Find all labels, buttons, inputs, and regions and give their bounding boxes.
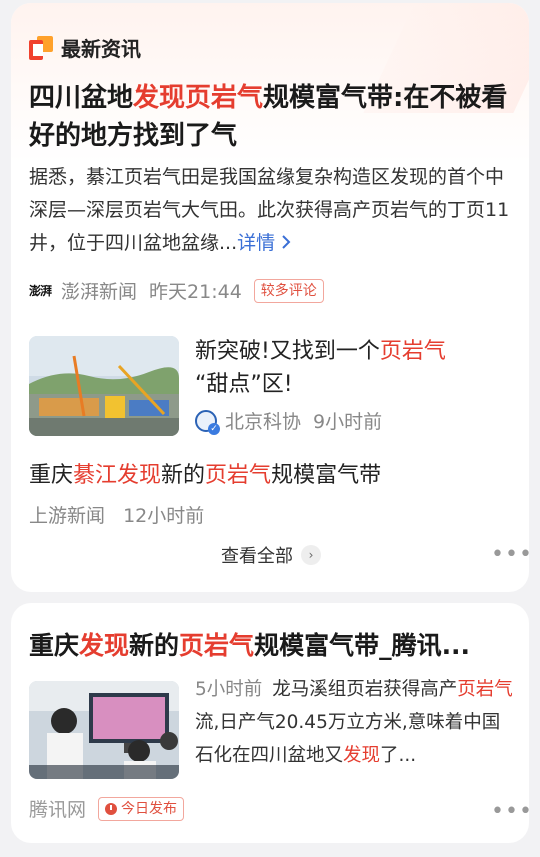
- view-all-button[interactable]: 查看全部 ›: [221, 542, 321, 568]
- section-header: 最新资讯: [29, 33, 141, 62]
- comments-badge: 较多评论: [253, 278, 324, 303]
- verified-emblem-icon: ✓: [195, 409, 220, 435]
- publish-time: 昨天21:44: [149, 281, 242, 303]
- title-highlight: 綦江发现: [73, 463, 162, 488]
- title-highlight: 页岩气: [179, 631, 255, 660]
- title-part: 重庆: [29, 631, 80, 660]
- title-highlight: 页岩气: [379, 339, 446, 364]
- title-part: 重庆: [29, 463, 74, 488]
- title-part: 新的: [129, 631, 180, 660]
- main-headline-link[interactable]: 四川盆地发现页岩气规模富气带:在不被看好的地方找到了气: [29, 79, 509, 155]
- construction-site-thumbnail[interactable]: [29, 336, 179, 436]
- title-part: 规模富气带_腾讯...: [254, 631, 471, 660]
- publish-time: 9小时前: [313, 411, 383, 433]
- title-part: 新的: [161, 463, 206, 488]
- related-article-meta: ✓ 北京科协 9小时前: [195, 407, 383, 435]
- related-article-meta: 上游新闻 12小时前: [29, 501, 204, 528]
- snippet-highlight: 发现: [343, 745, 381, 766]
- title-highlight: 发现: [79, 631, 130, 660]
- more-options-icon[interactable]: •••: [491, 544, 529, 566]
- news-logo-icon: [29, 35, 53, 60]
- today-badge: 今日发布: [98, 796, 185, 821]
- source-name[interactable]: 北京科协: [225, 407, 301, 434]
- source-name[interactable]: 上游新闻: [29, 505, 105, 527]
- publish-time: 5小时前: [195, 679, 263, 700]
- title-part: 规模富气带: [271, 463, 382, 488]
- article-summary[interactable]: 据悉，綦江页岩气田是我国盆缘复杂构造区发现的首个中深层—深层页岩气大气田。此次获…: [29, 161, 513, 260]
- article-title-link[interactable]: 重庆发现新的页岩气规模富气带_腾讯...: [29, 628, 509, 664]
- news-card-primary: 最新资讯 四川盆地发现页岩气规模富气带:在不被看好的地方找到了气 据悉，綦江页岩…: [11, 3, 529, 592]
- details-label: 详情: [237, 232, 276, 254]
- title-highlight: 页岩气: [205, 463, 272, 488]
- snippet-part: 了...: [380, 745, 417, 766]
- clock-icon: [105, 802, 118, 815]
- article-snippet[interactable]: 5小时前 龙马溪组页岩获得高产页岩气流,日产气20.45万立方米,意味着中国石化在…: [195, 673, 513, 772]
- headline-part: 四川盆地: [29, 83, 134, 113]
- chevron-right-icon: ›: [301, 545, 321, 565]
- drilling-site-image: [29, 336, 179, 436]
- section-title: 最新资讯: [61, 37, 141, 61]
- snippet-part: 龙马溪组页岩获得高产: [272, 679, 458, 700]
- article-source-row: 澎湃 澎湃新闻 昨天21:44 较多评论: [29, 277, 324, 304]
- title-part: 新突破!又找到一个: [195, 339, 380, 364]
- researchers-image: [29, 681, 179, 779]
- publish-time: 12小时前: [123, 505, 205, 527]
- source-name[interactable]: 澎湃新闻: [61, 277, 137, 304]
- more-options-icon[interactable]: •••: [491, 801, 533, 823]
- source-name[interactable]: 腾讯网: [29, 795, 86, 822]
- view-all-label: 查看全部: [221, 546, 293, 567]
- related-article-title[interactable]: 新突破!又找到一个页岩气 “甜点”区!: [195, 335, 495, 401]
- snippet-highlight: 页岩气: [457, 679, 513, 700]
- related-article-title[interactable]: 重庆綦江发现新的页岩气规模富气带: [29, 459, 381, 493]
- badge-label: 今日发布: [121, 800, 178, 817]
- details-link[interactable]: 详情: [237, 232, 294, 254]
- news-card-secondary: 重庆发现新的页岩气规模富气带_腾讯... 5小时前 龙马溪组页岩获得高产页岩气流,…: [11, 603, 532, 843]
- source-logo-icon: 澎湃: [29, 284, 52, 298]
- title-part: “甜点”区!: [195, 372, 293, 397]
- lab-scene-thumbnail[interactable]: [29, 681, 179, 779]
- headline-highlight: 发现页岩气: [133, 83, 264, 113]
- article-meta: 腾讯网 今日发布: [29, 795, 185, 822]
- chevron-right-icon: [282, 235, 291, 249]
